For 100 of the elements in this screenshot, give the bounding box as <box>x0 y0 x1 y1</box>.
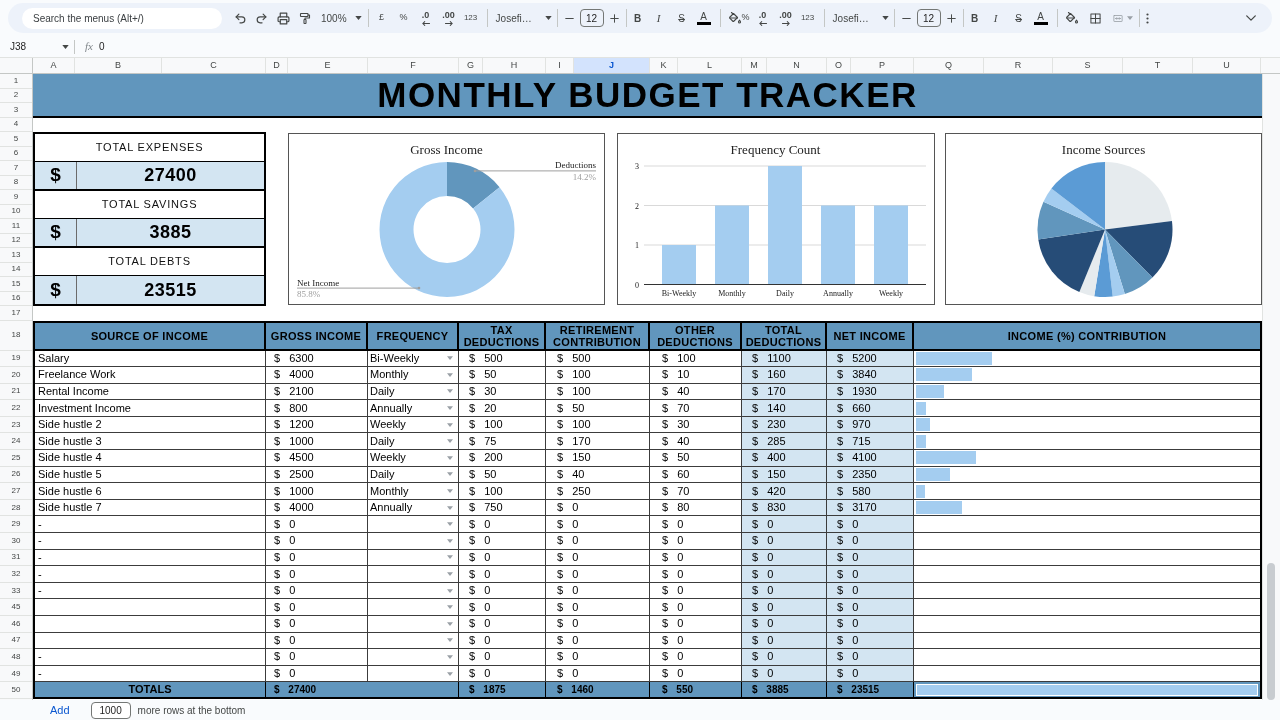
row-count-field[interactable]: 1000 <box>90 701 131 719</box>
row-number[interactable]: 29 <box>0 516 32 534</box>
column-letter[interactable]: C <box>162 58 266 73</box>
redo-icon[interactable] <box>255 11 268 25</box>
column-letter[interactable]: F <box>368 58 459 73</box>
column-letter[interactable]: M <box>742 58 767 73</box>
row-number[interactable]: 9 <box>0 190 32 205</box>
formula-field[interactable]: 0 <box>98 37 1280 56</box>
decrease-decimals-button[interactable]: .0 <box>751 7 774 29</box>
frequency-dropdown[interactable] <box>368 649 459 666</box>
row-number[interactable]: 10 <box>0 204 32 219</box>
frequency-dropdown[interactable] <box>368 599 459 616</box>
column-letter[interactable]: O <box>827 58 851 73</box>
zoom-dropdown[interactable]: 100% <box>321 7 362 29</box>
column-letter[interactable]: T <box>1123 58 1193 73</box>
column-letter[interactable]: N <box>767 58 827 73</box>
number-format-button[interactable]: 123 <box>460 7 481 29</box>
column-letter[interactable]: S <box>1053 58 1123 73</box>
row-number[interactable]: 7 <box>0 161 32 176</box>
frequency-dropdown[interactable]: Daily <box>368 433 459 451</box>
row-number[interactable]: 2 <box>0 88 32 103</box>
column-letter[interactable]: G <box>459 58 483 73</box>
row-number[interactable]: 46 <box>0 616 32 633</box>
more-icon[interactable] <box>1145 12 1149 24</box>
font-dropdown[interactable]: Josefi… <box>832 7 889 29</box>
font-size-field[interactable]: 12 <box>916 9 941 27</box>
row-number[interactable]: 19 <box>0 350 32 368</box>
currency-button[interactable]: £ <box>371 7 392 29</box>
row-number[interactable]: 14 <box>0 262 32 277</box>
row-number[interactable]: 15 <box>0 277 32 292</box>
column-letter[interactable]: Q <box>914 58 984 73</box>
frequency-dropdown[interactable] <box>368 516 459 534</box>
row-number[interactable]: 4 <box>0 117 32 132</box>
column-letter[interactable]: K <box>650 58 678 73</box>
frequency-dropdown[interactable]: Monthly <box>368 367 459 384</box>
decrease-decimals-button[interactable]: .0 <box>414 7 437 29</box>
row-number[interactable]: 1 <box>0 74 32 89</box>
add-rows-link[interactable]: Add <box>50 701 70 719</box>
increase-decimals-button[interactable]: .00 <box>773 7 798 29</box>
paint-bucket-icon[interactable] <box>728 12 741 24</box>
row-number[interactable]: 27 <box>0 483 32 500</box>
column-letter[interactable]: J <box>574 58 650 73</box>
frequency-dropdown[interactable]: Daily <box>368 466 459 484</box>
row-number[interactable]: 26 <box>0 466 32 484</box>
row-number[interactable]: 13 <box>0 248 32 263</box>
row-number[interactable]: 22 <box>0 400 32 417</box>
borders-icon[interactable] <box>1089 12 1101 24</box>
frequency-dropdown[interactable]: Annually <box>368 499 459 517</box>
increase-decimals-button[interactable]: .00 <box>436 7 461 29</box>
column-letter[interactable]: B <box>75 58 162 73</box>
row-number[interactable]: 8 <box>0 175 32 190</box>
frequency-dropdown[interactable] <box>368 566 459 583</box>
row-number[interactable]: 31 <box>0 549 32 567</box>
percent-button[interactable]: % <box>393 7 414 29</box>
row-number[interactable]: 32 <box>0 566 32 583</box>
column-letter[interactable]: H <box>483 58 546 73</box>
paint-bucket-icon[interactable] <box>1065 12 1078 24</box>
row-number[interactable]: 33 <box>0 582 32 600</box>
text-color-button[interactable]: A <box>1030 7 1051 29</box>
row-number[interactable]: 20 <box>0 367 32 384</box>
row-number[interactable]: 28 <box>0 499 32 517</box>
strikethrough-button[interactable]: S <box>1008 7 1029 29</box>
italic-button[interactable]: I <box>985 7 1006 29</box>
row-number[interactable]: 21 <box>0 383 32 401</box>
plus-icon[interactable] <box>609 13 619 23</box>
name-box[interactable]: J38 <box>8 37 69 56</box>
row-number[interactable]: 18 <box>0 320 32 351</box>
row-number[interactable]: 17 <box>0 306 32 321</box>
row-number[interactable]: 23 <box>0 416 32 434</box>
italic-button[interactable]: I <box>648 7 669 29</box>
row-number[interactable]: 5 <box>0 132 32 147</box>
frequency-dropdown[interactable]: Weekly <box>368 450 459 467</box>
row-number[interactable]: 11 <box>0 219 32 234</box>
font-dropdown[interactable]: Josefi… <box>495 7 552 29</box>
number-format-button[interactable]: 123 <box>797 7 818 29</box>
row-number[interactable]: 49 <box>0 665 32 683</box>
column-letter[interactable]: R <box>984 58 1053 73</box>
frequency-dropdown[interactable] <box>368 616 459 633</box>
column-letter[interactable]: U <box>1193 58 1261 73</box>
text-color-button[interactable]: A <box>693 7 714 29</box>
frequency-dropdown[interactable]: Bi-Weekly <box>368 350 459 368</box>
row-number[interactable]: 48 <box>0 649 32 666</box>
row-number[interactable]: 25 <box>0 450 32 467</box>
column-letter[interactable]: A <box>33 58 75 73</box>
row-number[interactable]: 24 <box>0 433 32 451</box>
frequency-dropdown[interactable] <box>368 549 459 567</box>
column-letter[interactable]: E <box>288 58 368 73</box>
frequency-dropdown[interactable] <box>368 582 459 600</box>
row-number[interactable]: 50 <box>0 682 32 700</box>
frequency-dropdown[interactable] <box>368 533 459 550</box>
row-number[interactable]: 45 <box>0 599 32 616</box>
bold-button[interactable]: B <box>627 7 648 29</box>
frequency-dropdown[interactable] <box>368 632 459 650</box>
strikethrough-button[interactable]: S <box>671 7 692 29</box>
row-number[interactable]: 3 <box>0 103 32 118</box>
percent-button[interactable]: % <box>740 7 751 29</box>
merge-cells-icon[interactable] <box>1111 13 1124 23</box>
frequency-dropdown[interactable]: Monthly <box>368 483 459 500</box>
row-number[interactable]: 12 <box>0 233 32 248</box>
print-icon[interactable] <box>277 11 290 25</box>
